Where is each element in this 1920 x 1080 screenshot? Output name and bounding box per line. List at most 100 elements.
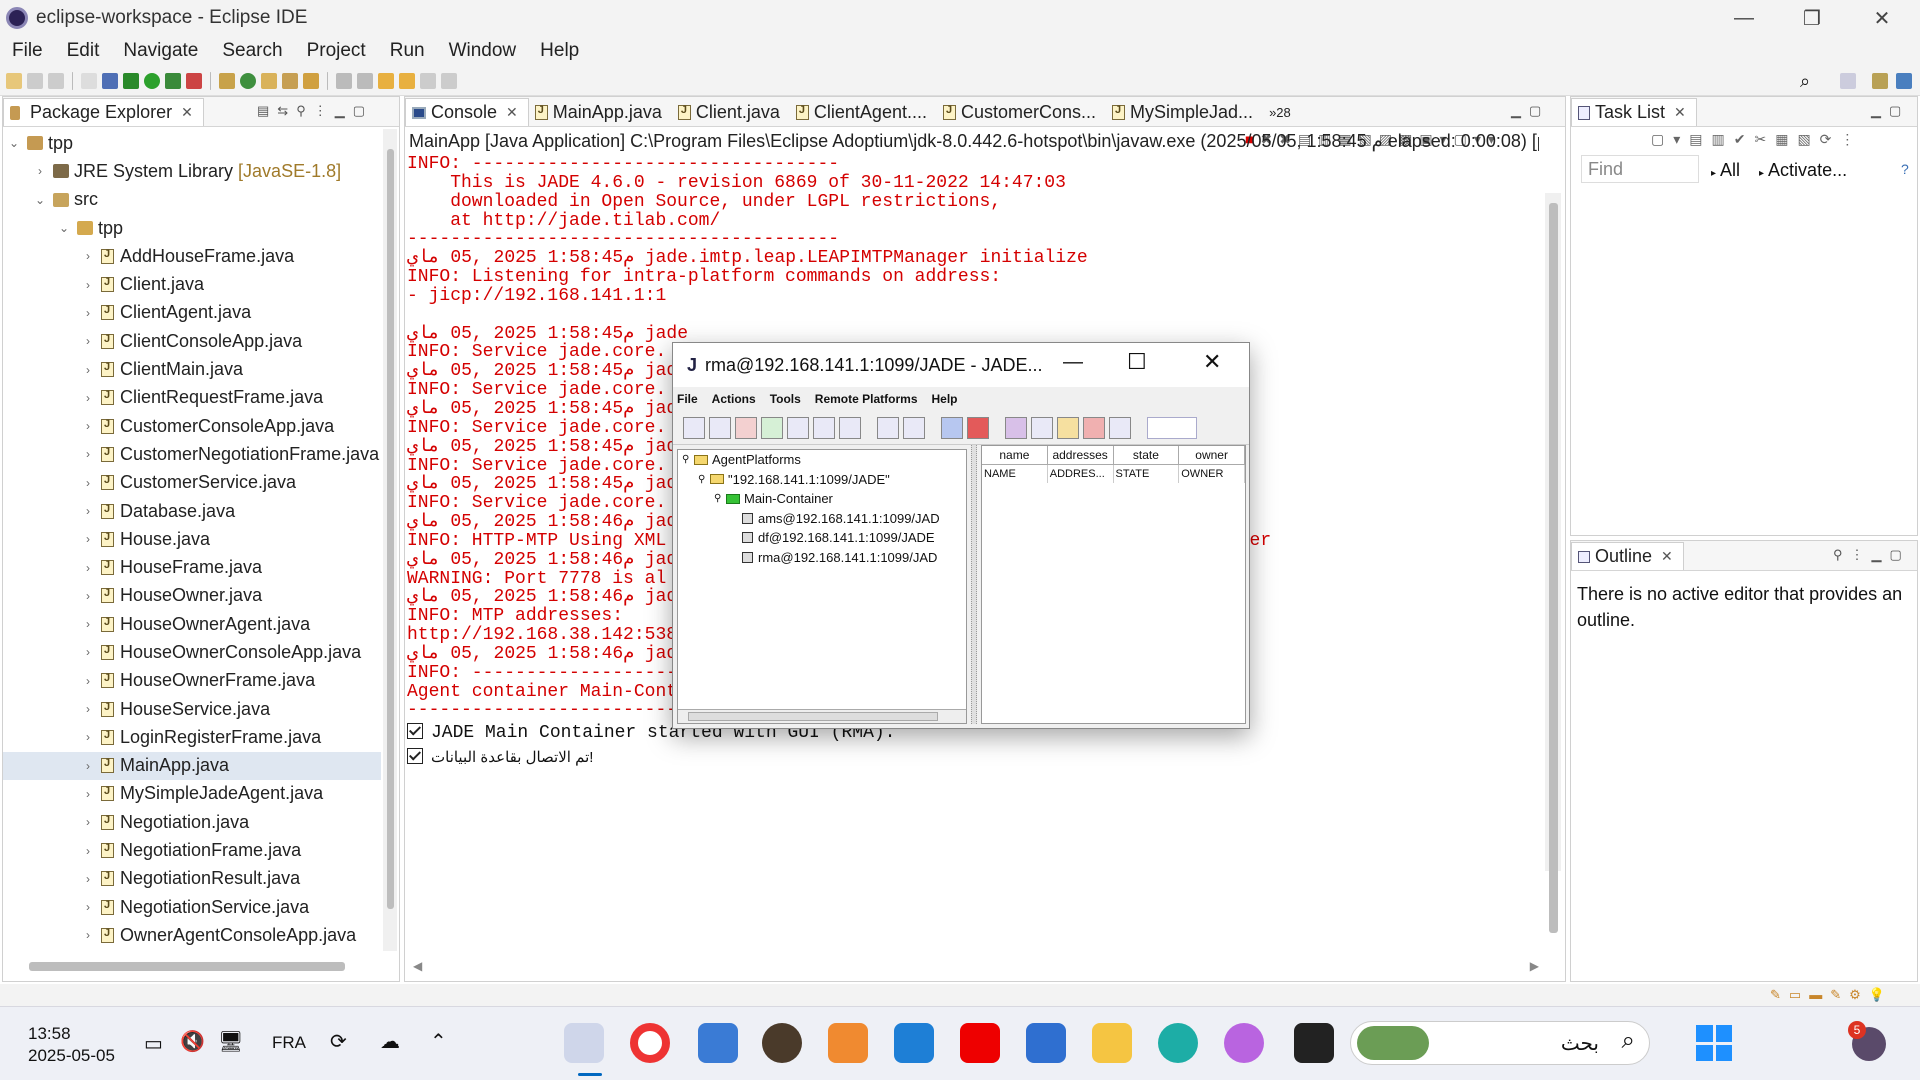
chevron-right-icon[interactable]: › [81,787,95,801]
file-explorer-taskbar-icon[interactable] [1092,1023,1132,1063]
help-icon[interactable]: ? [1901,161,1909,177]
chevron-right-icon[interactable]: › [81,278,95,292]
chevron-right-icon[interactable]: › [81,928,95,942]
tree-item-src[interactable]: ⌄ src [3,186,381,214]
terminal-taskbar-icon[interactable] [1294,1023,1334,1063]
menu-help[interactable]: Help [528,40,591,62]
expand-icon[interactable]: ▧ [1797,131,1810,148]
last-edit-icon[interactable] [378,72,394,89]
chevron-right-icon[interactable]: › [81,447,95,461]
chevron-down-icon[interactable]: ⚲ [698,474,710,485]
jade-taskbar-icon[interactable] [762,1023,802,1063]
chevron-right-icon[interactable]: › [81,872,95,886]
chevron-down-icon[interactable]: ▾ [1673,131,1680,148]
jade-menu-file[interactable]: File [677,392,698,406]
store-taskbar-icon[interactable] [1026,1023,1066,1063]
chevron-right-icon[interactable]: › [81,844,95,858]
tip-icon[interactable]: 💡 [1869,987,1885,1003]
minimize-button[interactable]: — [1063,351,1083,374]
new-icon[interactable] [6,72,22,89]
search-toolbar-icon[interactable] [303,72,319,89]
chevron-up-icon[interactable]: ⌃ [430,1029,447,1054]
column-state[interactable]: state [1114,446,1180,464]
tree-item-platform[interactable]: ⚲ "192.168.141.1:1099/JADE" [678,470,966,490]
close-icon[interactable]: ✕ [506,104,518,121]
dummy-agent-icon[interactable] [1005,416,1027,439]
tasks-icon[interactable]: ✎ [1770,987,1781,1003]
jade-menu-help[interactable]: Help [932,392,958,406]
tree-item-agentplatforms[interactable]: ⚲ AgentPlatforms [678,450,966,470]
view-menu-icon[interactable]: ⋮ [314,103,327,119]
jade-menu-tools[interactable]: Tools [770,392,801,406]
scheduled-icon[interactable]: ▥ [1712,131,1725,148]
scrollbar-thumb[interactable] [387,149,394,909]
tree-horizontal-scrollbar[interactable] [678,709,966,723]
external-tools-icon[interactable] [186,72,202,89]
chevron-right-icon[interactable]: › [81,674,95,688]
file-item[interactable]: › NegotiationFrame.java [3,836,381,864]
file-item[interactable]: › ClientMain.java [3,355,381,383]
tab-customercons[interactable]: CustomerCons... [937,98,1106,126]
file-item[interactable]: › OwnerAgentConsoleApp.java [3,921,381,949]
maximize-view-icon[interactable]: ▢ [1890,547,1902,563]
menu-search[interactable]: Search [210,40,294,62]
scrollbar-thumb[interactable] [1549,203,1558,933]
maximize-view-icon[interactable]: ▢ [1889,103,1901,119]
menu-navigate[interactable]: Navigate [111,40,210,62]
file-item[interactable]: › HouseOwnerAgent.java [3,610,381,638]
tab-overflow[interactable]: »28 [1263,98,1301,126]
chevron-right-icon[interactable]: › [81,419,95,433]
file-item[interactable]: › MySimpleJadeAgent.java [3,780,381,808]
kill-agent-icon[interactable] [709,416,731,439]
tab-outline[interactable]: Outline ✕ [1571,542,1684,570]
chevron-right-icon[interactable]: › [81,589,95,603]
chevron-right-icon[interactable]: › [81,532,95,546]
clone-agent-icon[interactable] [813,416,835,439]
edge-taskbar-icon[interactable] [1158,1023,1198,1063]
input-language[interactable]: FRA [272,1033,306,1053]
tab-console[interactable]: Console ✕ [405,98,529,126]
new-java-package-icon[interactable] [219,72,235,89]
open-perspective-icon[interactable] [1840,73,1856,89]
tab-mysimplejad[interactable]: MySimpleJad... [1106,98,1263,126]
save-all-icon[interactable] [48,72,64,89]
forward-icon[interactable] [420,72,436,89]
new-task-icon[interactable]: ▢ [1651,131,1664,148]
collapse-icon[interactable]: ▦ [1775,131,1788,148]
jade-logo-button-icon[interactable] [1147,416,1197,439]
close-button[interactable]: ✕ [1203,349,1221,375]
file-item[interactable]: › HouseOwnerFrame.java [3,667,381,695]
migrate-agent-icon[interactable] [839,416,861,439]
jade-menu-remote-platforms[interactable]: Remote Platforms [815,392,918,406]
tab-package-explorer[interactable]: Package Explorer ✕ [3,98,204,126]
chevron-right-icon[interactable]: › [81,617,95,631]
sync-tray-icon[interactable]: ⟳ [330,1029,347,1054]
file-item[interactable]: › HouseService.java [3,695,381,723]
tab-clientagent[interactable]: ClientAgent.... [790,98,937,126]
file-item[interactable]: › HouseOwnerConsoleApp.java [3,638,381,666]
suspend-agent-icon[interactable] [735,416,757,439]
chevron-right-icon[interactable]: › [81,900,95,914]
file-item[interactable]: › CustomerConsoleApp.java [3,412,381,440]
terminal-icon[interactable] [102,72,118,89]
chevron-right-icon[interactable]: › [81,391,95,405]
column-name[interactable]: name [982,446,1048,464]
new-class-icon[interactable] [240,72,256,89]
maximize-view-icon[interactable]: ▢ [353,103,365,119]
pin-editor-icon[interactable] [441,72,457,89]
hide-completed-icon[interactable]: ✔ [1734,131,1746,148]
file-item[interactable]: › ClientAgent.java [3,299,381,327]
undo-icon[interactable] [81,72,97,89]
notifications-icon[interactable]: ▭ [1789,987,1801,1003]
file-item[interactable]: › House.java [3,525,381,553]
collapse-all-icon[interactable]: ▤ [257,103,269,119]
file-item[interactable]: › Client.java [3,270,381,298]
file-item[interactable]: › Negotiation.java [3,808,381,836]
minimize-view-icon[interactable]: ▁ [335,103,345,119]
close-icon[interactable]: ✕ [181,104,193,121]
file-item[interactable]: › NegotiationService.java [3,893,381,921]
prev-annotation-icon[interactable] [357,72,373,89]
chevron-down-icon[interactable]: ⚲ [714,493,726,504]
resume-agent-icon[interactable] [761,416,783,439]
chevron-down-icon[interactable]: ⚲ [682,454,694,465]
